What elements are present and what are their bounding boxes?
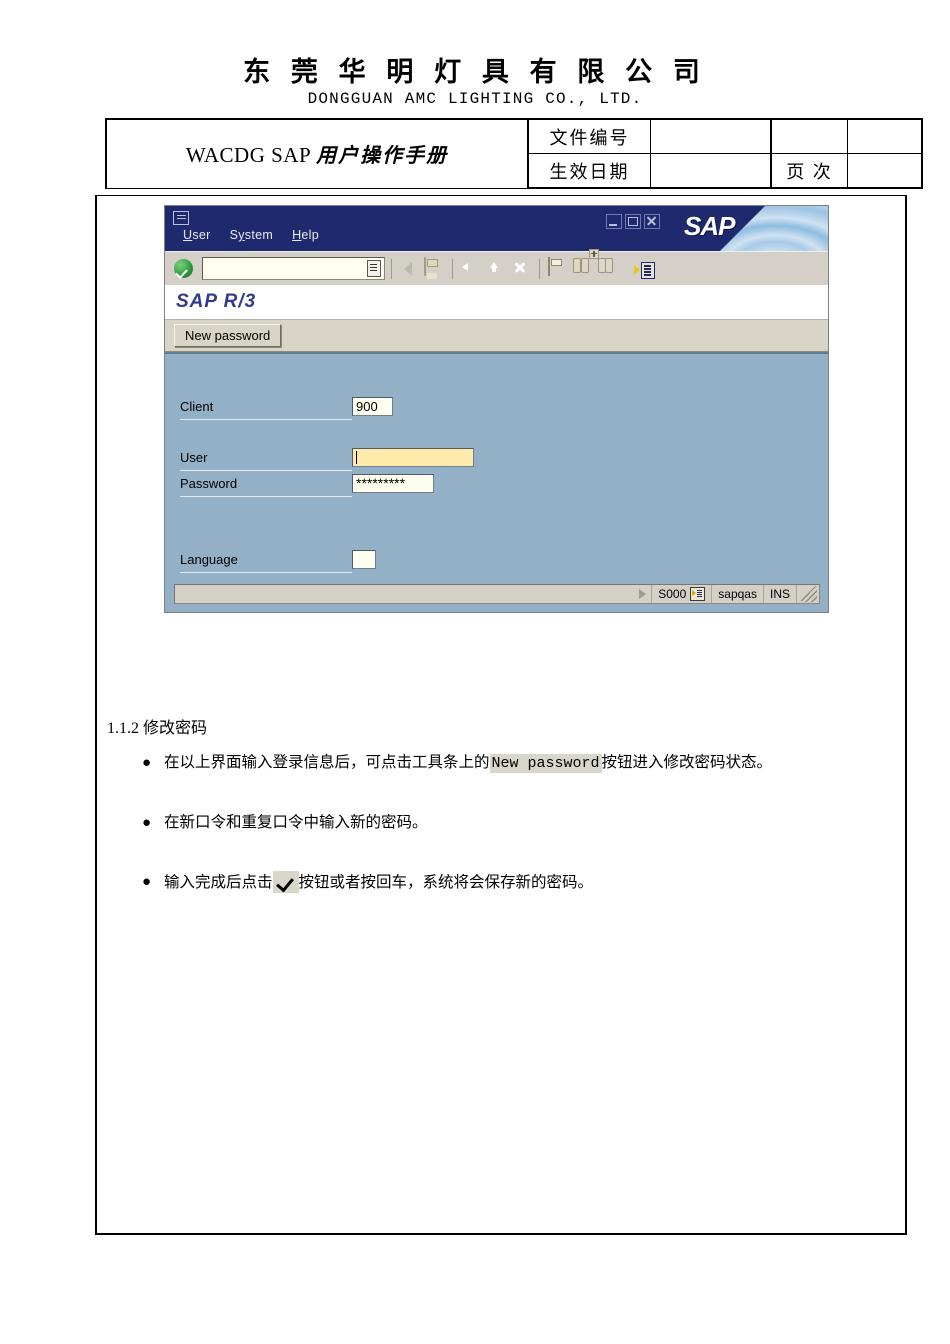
client-field-row: Client 900 [165, 397, 828, 420]
save-icon[interactable] [424, 256, 426, 276]
value-effective-date [650, 153, 772, 189]
list-item: ● 在新口令和重复口令中输入新的密码。 [142, 812, 902, 834]
toolbar-separator [391, 258, 392, 279]
maximize-icon[interactable] [625, 214, 641, 229]
command-field[interactable] [202, 257, 385, 280]
password-input[interactable]: ********* [352, 474, 434, 493]
system-menu-icon[interactable] [173, 211, 189, 225]
manual-title-chinese: 用户操作手册 [316, 145, 449, 168]
sap-application-toolbar: New password [165, 320, 828, 352]
back-triangle-icon[interactable] [398, 258, 420, 280]
status-message [175, 585, 653, 603]
user-field-row: User [165, 448, 828, 471]
company-name-chinese: 东 莞 华 明 灯 具 有 限 公 司 [243, 57, 707, 87]
sap-screen-title-bar: SAP R/3 [165, 285, 828, 320]
value-document-number [650, 118, 772, 154]
status-system-text: S000 [658, 587, 687, 601]
value-page-number [847, 153, 923, 189]
cell-top-right-a [770, 118, 848, 154]
print-icon[interactable] [548, 256, 550, 276]
label-effective-date: 生效日期 [527, 153, 651, 189]
document-header-table: WACDG SAP 用户操作手册 文件编号 生效日期 页 次 [105, 118, 923, 189]
cell-top-right-b [847, 118, 923, 154]
toolbar-separator [539, 258, 540, 279]
bullet-marker: ● [142, 755, 152, 771]
status-server-text: sapqas [718, 587, 757, 601]
label-page-number: 页 次 [770, 153, 848, 189]
check-icon [272, 871, 299, 893]
company-name-english: DONGGUAN AMC LIGHTING CO., LTD. [307, 90, 643, 108]
screen-title: SAP R/3 [176, 291, 257, 312]
client-label: Client [180, 399, 214, 414]
minimize-icon[interactable] [606, 214, 622, 229]
session-info-icon[interactable] [690, 587, 706, 601]
new-password-button[interactable]: New password [174, 324, 282, 347]
instruction-list: ● 在以上界面输入登录信息后，可点击工具条上的 New password 按钮进入修… [142, 752, 902, 931]
bullet-marker: ● [142, 815, 152, 831]
sap-status-bar: S000 sapqas INS [174, 584, 820, 604]
section-heading: 1.1.2 修改密码 [107, 720, 208, 737]
user-label: User [180, 450, 208, 465]
status-insert-mode-cell[interactable]: INS [764, 585, 797, 603]
status-insert-mode-text: INS [769, 587, 790, 601]
status-system-cell[interactable]: S000 [652, 585, 713, 603]
inline-new-password-chip: New password [489, 754, 602, 773]
language-label: Language [180, 552, 238, 567]
sap-login-panel: Client 900 User Password ********* Langu… [165, 352, 828, 612]
label-document-number: 文件编号 [527, 118, 651, 154]
window-control-buttons [606, 214, 660, 229]
text-cursor [356, 451, 357, 464]
create-session-icon[interactable] [634, 262, 655, 279]
sap-logo-text: SAP [684, 211, 735, 241]
bullet-marker: ● [142, 874, 152, 890]
menu-item-user[interactable]: User [183, 228, 211, 242]
password-label: Password [180, 476, 238, 491]
client-input[interactable]: 900 [352, 397, 393, 416]
resize-grip-icon[interactable] [797, 585, 819, 603]
manual-title-prefix: WACDG SAP [185, 143, 317, 168]
document-letterhead: 东 莞 华 明 灯 具 有 限 公 司 DONGGUAN AMC LIGHTIN… [0, 56, 950, 109]
menu-item-help[interactable]: Help [292, 228, 319, 242]
close-icon[interactable] [644, 214, 660, 229]
language-field-row: Language [165, 550, 828, 573]
list-item: ● 输入完成后点击 按钮或者按回车，系统将会保存新的密码。 [142, 871, 902, 894]
enter-ok-icon[interactable] [170, 257, 196, 281]
toolbar-separator [452, 258, 453, 279]
user-input[interactable] [352, 448, 474, 467]
menu-item-system[interactable]: System [230, 228, 274, 242]
password-field-row: Password ********* [165, 474, 828, 497]
status-server-cell: sapqas [712, 585, 764, 603]
manual-title-cell: WACDG SAP 用户操作手册 [105, 118, 529, 189]
sap-logo-banner: SAP [672, 206, 828, 251]
page-content-frame: User System Help SAP SAP R/3 New passwor… [95, 195, 907, 1235]
language-input[interactable] [352, 550, 376, 569]
sap-menu-bar: User System Help [183, 228, 319, 242]
list-item: ● 在以上界面输入登录信息后，可点击工具条上的 New password 按钮进入修… [142, 752, 902, 775]
list-item-text: 在新口令和重复口令中输入新的密码。 [164, 814, 428, 831]
list-item-text: 在以上界面输入登录信息后，可点击工具条上的 New password 按钮进入修改密… [164, 754, 773, 773]
sap-standard-toolbar [165, 248, 828, 285]
sap-title-bar: User System Help SAP [165, 206, 828, 251]
list-item-text: 输入完成后点击 按钮或者按回车，系统将会保存新的密码。 [164, 871, 902, 894]
sap-logon-window: User System Help SAP SAP R/3 New passwor… [164, 205, 829, 613]
command-history-icon[interactable] [367, 260, 381, 277]
